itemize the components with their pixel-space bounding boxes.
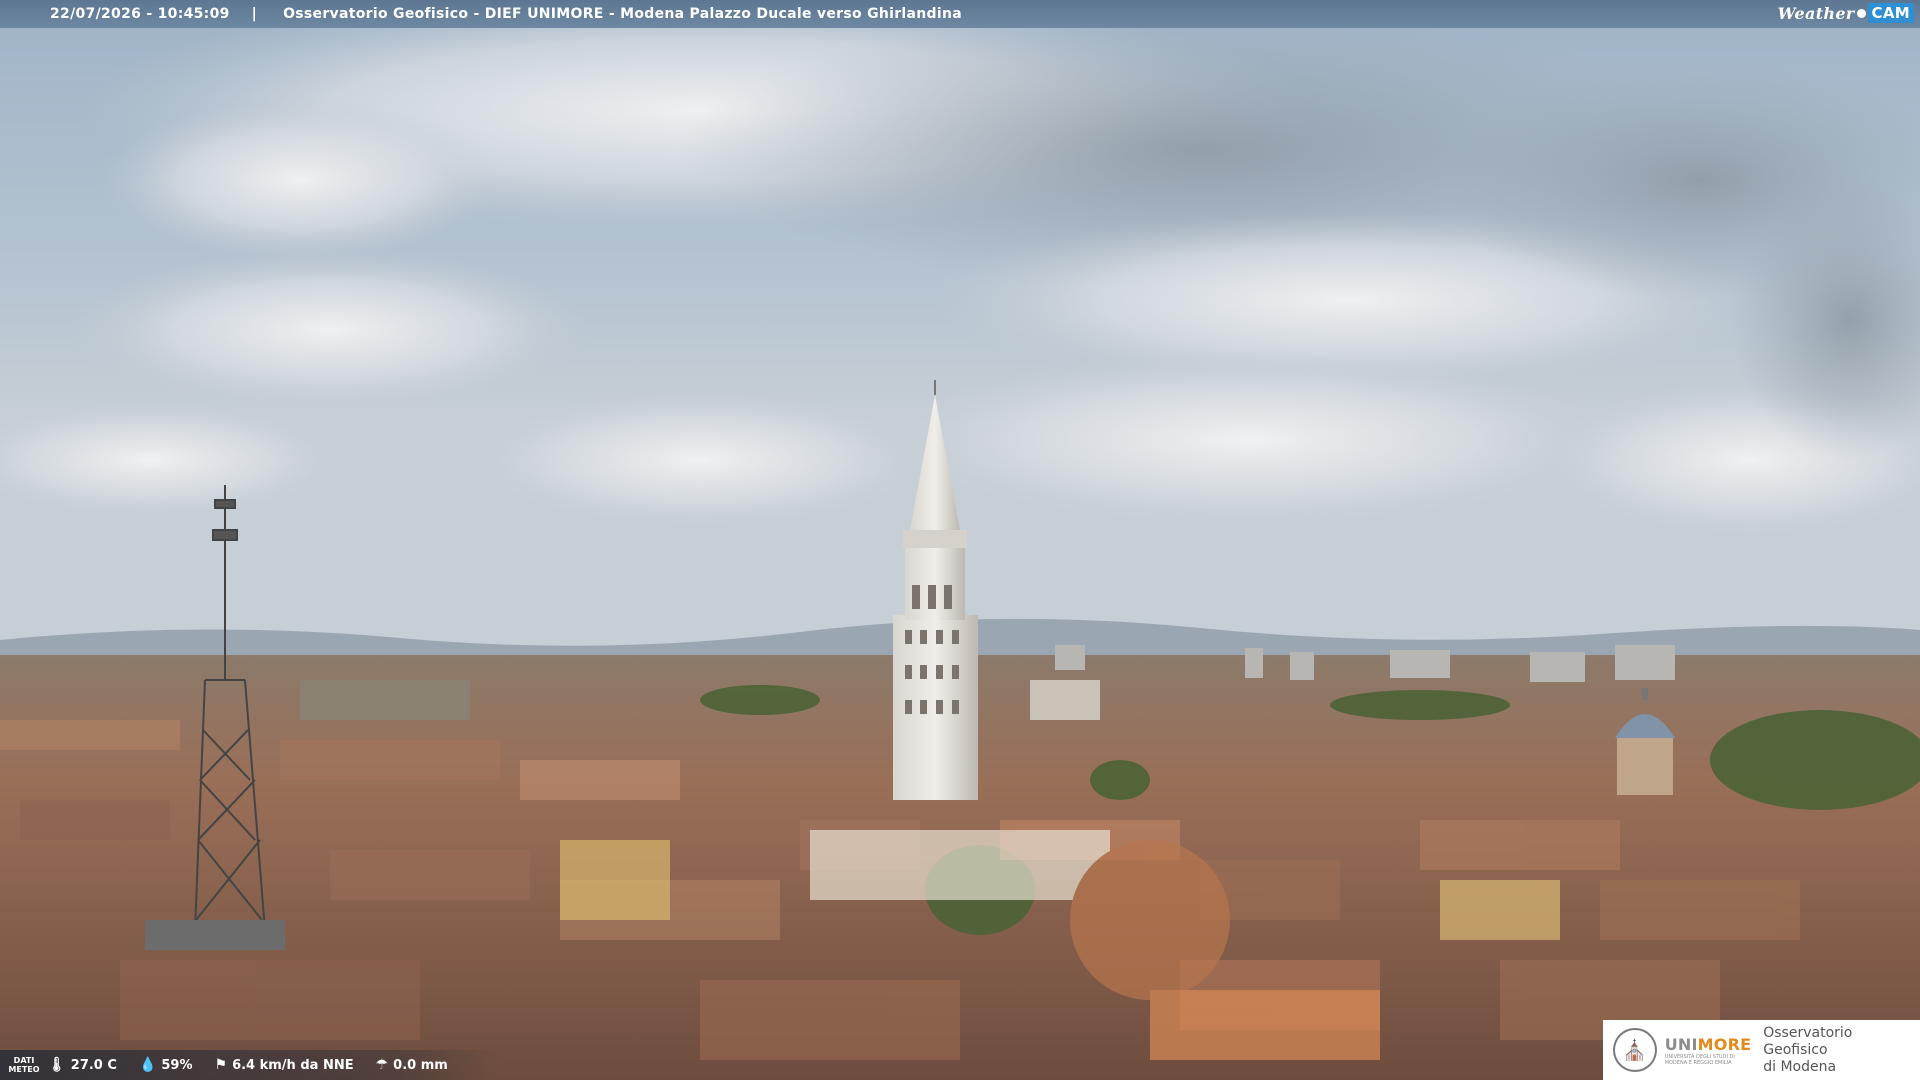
university-accent: MORE [1697,1034,1752,1054]
unimore-observatory-logo: ⛪ UNIMORE UNIVERSITÀ DEGLI STUDI DI MODE… [1603,1020,1920,1080]
clouds [0,0,1920,540]
webcam-header-bar: 22/07/2026 - 10:45:09 | Osservatorio Geo… [0,0,1920,28]
drop-icon: 💧 [138,1057,157,1073]
humidity-reading: 💧 59% [138,1057,193,1073]
university-name-block: UNIMORE UNIVERSITÀ DEGLI STUDI DI MODENA… [1665,1035,1752,1066]
data-label: DATI METEO [8,1056,40,1074]
wind-reading: ⚑ 6.4 km/h da NNE [214,1057,354,1073]
weather-data-strip: DATI METEO 🌡 27.0 C 💧 59% ⚑ 6.4 km/h da … [0,1050,500,1080]
timestamp: 22/07/2026 - 10:45:09 [50,6,230,22]
brand-cam-text: CAM [1867,3,1914,23]
camera-title: Osservatorio Geofisico - DIEF UNIMORE - … [283,6,962,22]
observatory-name: Osservatorio Geofisico di Modena [1763,1024,1853,1075]
university-seal-icon: ⛪ [1613,1028,1657,1072]
weathercam-logo: Weather CAM [1778,3,1914,23]
university-subtitle: UNIVERSITÀ DEGLI STUDI DI MODENA E REGGI… [1664,1053,1735,1066]
brand-dot-icon [1856,8,1866,18]
thermometer-icon: 🌡 [48,1057,66,1073]
windsock-icon: ⚑ [214,1057,228,1073]
umbrella-icon: ☂ [375,1057,389,1073]
temperature-reading: 🌡 27.0 C [48,1057,117,1073]
rain-reading: ☂ 0.0 mm [375,1057,448,1073]
brand-weather-text: Weather [1777,3,1855,23]
webcam-view [0,0,1920,1080]
university-prefix: UNI [1664,1034,1698,1054]
header-separator: | [251,6,258,22]
